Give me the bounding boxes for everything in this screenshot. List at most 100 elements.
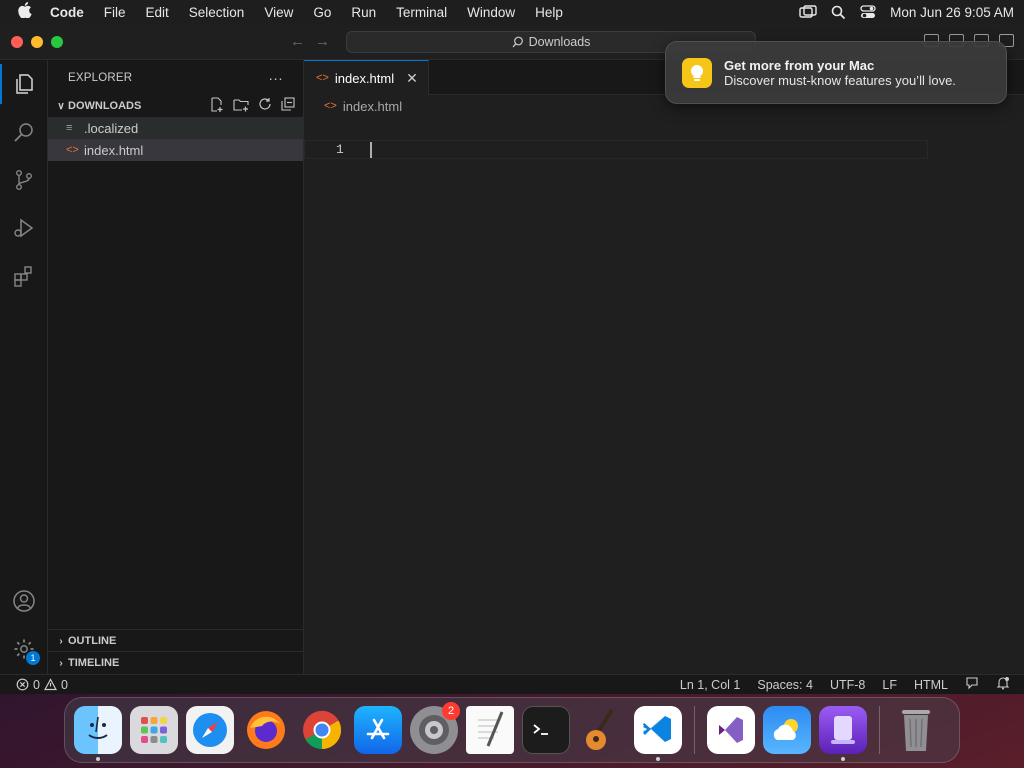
breadcrumb-file[interactable]: index.html (343, 99, 402, 114)
menu-file[interactable]: File (94, 5, 136, 20)
activity-bar: 1 (0, 60, 48, 674)
manage-gear-icon[interactable]: 1 (0, 629, 48, 669)
notification-body: Discover must-know features you’ll love. (724, 72, 956, 88)
navigation-arrows: ← → (290, 33, 330, 50)
apple-menu-icon[interactable] (10, 2, 40, 22)
chevron-right-icon: › (59, 657, 63, 669)
menu-app-name[interactable]: Code (40, 5, 94, 20)
file-encoding[interactable]: UTF-8 (830, 678, 865, 692)
html-file-icon: <> (316, 72, 329, 84)
finder-icon[interactable] (74, 706, 122, 761)
settings-update-badge: 1 (26, 651, 40, 665)
menu-edit[interactable]: Edit (136, 5, 179, 20)
menu-terminal[interactable]: Terminal (386, 5, 457, 20)
terminal-icon[interactable] (522, 706, 570, 754)
text-cursor[interactable] (370, 142, 372, 158)
tab-index-html[interactable]: <> index.html ✕ (304, 60, 429, 95)
downloads-folder-header[interactable]: ∨ DOWNLOADS (48, 95, 303, 117)
accounts-icon[interactable] (0, 581, 48, 621)
file-name: index.html (84, 142, 144, 158)
weather-icon[interactable] (763, 706, 811, 754)
minimize-window-button[interactable] (31, 36, 43, 48)
indentation[interactable]: Spaces: 4 (757, 678, 813, 692)
new-folder-icon[interactable] (233, 97, 249, 115)
chevron-right-icon: › (59, 635, 63, 647)
notification-title: Get more from your Mac (724, 57, 875, 73)
command-center-label: Downloads (528, 35, 591, 49)
status-bar: 0 0 Ln 1, Col 1 Spaces: 4 UTF-8 LF HTML (0, 674, 1024, 694)
outline-title: OUTLINE (68, 635, 117, 647)
error-count: 0 (33, 677, 40, 692)
close-window-button[interactable] (11, 36, 23, 48)
extensions-icon[interactable] (0, 256, 48, 296)
trash-icon[interactable] (892, 706, 940, 754)
feedback-icon[interactable] (965, 676, 979, 693)
chrome-icon[interactable] (298, 706, 346, 754)
dock: 2 (64, 697, 960, 763)
html-file-icon: <> (66, 144, 79, 156)
dock-separator (694, 706, 695, 754)
explorer-title: EXPLORER (68, 71, 133, 84)
menu-help[interactable]: Help (525, 5, 573, 20)
safari-icon[interactable] (186, 706, 234, 754)
close-tab-icon[interactable]: ✕ (406, 70, 418, 87)
tips-notification[interactable]: Get more from your Mac Discover must-kno… (665, 41, 1007, 104)
cursor-position[interactable]: Ln 1, Col 1 (680, 678, 740, 692)
explorer-icon[interactable] (0, 64, 48, 104)
menu-selection[interactable]: Selection (179, 5, 255, 20)
app-store-icon[interactable] (354, 706, 402, 754)
folder-name: DOWNLOADS (68, 100, 142, 112)
window-controls (11, 36, 63, 48)
menu-window[interactable]: Window (457, 5, 525, 20)
source-control-icon[interactable] (0, 160, 48, 200)
current-line-highlight (304, 140, 928, 159)
vscode-window: ← → Downloads 1 EXPLORER ··· ∨ DOWNLOADS… (0, 24, 1024, 694)
file-name: .localized (84, 120, 139, 136)
timeline-title: TIMELINE (68, 657, 120, 669)
refresh-explorer-icon[interactable] (258, 97, 272, 115)
settings-dock-badge: 2 (442, 702, 460, 720)
search-view-icon[interactable] (0, 112, 48, 152)
system-settings-icon[interactable]: 2 (410, 702, 460, 754)
spotlight-search-icon[interactable] (831, 5, 846, 20)
screen-mirroring-icon[interactable] (799, 5, 817, 19)
explorer-toolbar (209, 97, 303, 115)
search-icon (512, 36, 523, 48)
lightbulb-icon (682, 57, 712, 88)
back-arrow-icon[interactable]: ← (290, 33, 305, 50)
menu-view[interactable]: View (254, 5, 303, 20)
dock-separator (879, 706, 880, 754)
notifications-bell-icon[interactable] (996, 676, 1010, 693)
visual-studio-icon[interactable] (707, 706, 755, 754)
firefox-icon[interactable] (242, 706, 290, 754)
outline-section[interactable]: › OUTLINE (48, 629, 304, 652)
chevron-down-icon: ∨ (57, 100, 65, 112)
editor-area: <> index.html ✕ <> index.html 1 (304, 60, 1024, 674)
language-mode[interactable]: HTML (914, 678, 948, 692)
menu-run[interactable]: Run (341, 5, 386, 20)
end-of-line[interactable]: LF (882, 678, 897, 692)
more-actions-icon[interactable]: ··· (268, 70, 283, 86)
menu-bar: Code File Edit Selection View Go Run Ter… (0, 0, 1024, 24)
warning-icon (43, 678, 57, 691)
tab-label: index.html (334, 70, 395, 86)
zoom-window-button[interactable] (51, 36, 63, 48)
timeline-section[interactable]: › TIMELINE (48, 651, 304, 674)
collapse-folders-icon[interactable] (281, 97, 295, 115)
file-index-html[interactable]: <> index.html (48, 139, 303, 161)
file-localized[interactable]: ≡ .localized (48, 117, 303, 139)
vscode-icon[interactable] (634, 706, 682, 761)
launchpad-icon[interactable] (130, 706, 178, 754)
problems-indicator[interactable]: 0 0 (0, 678, 68, 692)
menu-go[interactable]: Go (303, 5, 341, 20)
forward-arrow-icon[interactable]: → (315, 33, 330, 50)
garageband-icon[interactable] (578, 706, 626, 754)
new-file-icon[interactable] (209, 97, 224, 115)
text-file-icon: ≡ (66, 122, 73, 134)
textedit-icon[interactable] (466, 706, 514, 754)
warning-count: 0 (60, 677, 68, 692)
control-center-icon[interactable] (860, 5, 876, 19)
run-debug-icon[interactable] (0, 208, 48, 248)
menubar-clock[interactable]: Mon Jun 26 9:05 AM (890, 5, 1014, 20)
simulator-icon[interactable] (819, 706, 867, 761)
